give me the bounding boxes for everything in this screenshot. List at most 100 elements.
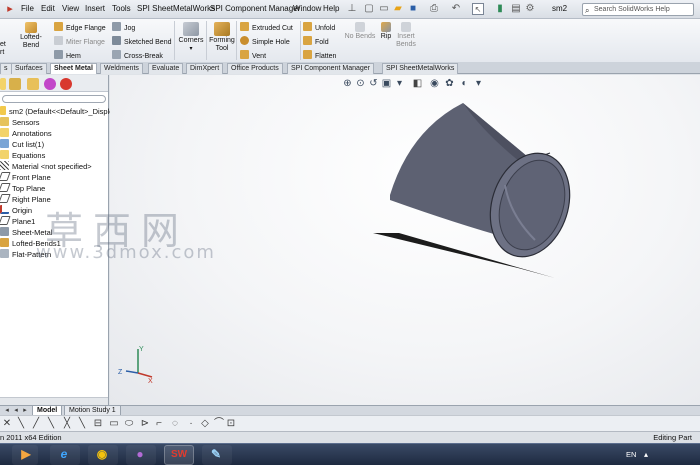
text-icon[interactable]: ⌒ bbox=[214, 419, 224, 429]
fillet-icon[interactable]: ◌ bbox=[170, 419, 180, 429]
line-icon[interactable]: ╲ bbox=[16, 419, 26, 429]
tree-item-plane1[interactable]: Plane1 bbox=[0, 216, 35, 227]
spline-icon[interactable]: ◇ bbox=[200, 419, 210, 429]
menu-help[interactable]: Help bbox=[323, 4, 339, 13]
menu-spi-sheetmetalworks[interactable]: SPI SheetMetalWorks bbox=[137, 4, 215, 13]
display-manager-tab-icon[interactable] bbox=[60, 78, 72, 90]
edge-flange-button[interactable]: Edge Flange bbox=[54, 22, 106, 33]
tree-item-material[interactable]: Material <not specified> bbox=[0, 161, 92, 172]
tree-root-part[interactable]: sm2 (Default<<Default>_Disple bbox=[0, 106, 113, 117]
cross-icon[interactable]: ✕ bbox=[2, 419, 12, 429]
tree-item-right-plane[interactable]: Right Plane bbox=[0, 194, 51, 205]
cursor-icon[interactable]: ⊳ bbox=[140, 419, 150, 429]
simple-hole-button[interactable]: Simple Hole bbox=[240, 36, 290, 47]
solidworks-logo-icon[interactable]: ▸ bbox=[4, 3, 16, 15]
tray-expand-icon[interactable]: ▴ bbox=[644, 450, 648, 459]
fold-button[interactable]: Fold bbox=[303, 36, 329, 47]
tree-item-cut-list[interactable]: Cut list(1) bbox=[0, 139, 44, 150]
flatten-button[interactable]: Flatten bbox=[303, 50, 336, 61]
point-icon[interactable]: · bbox=[186, 419, 196, 429]
tab-spi-component-manager[interactable]: SPI Component Manager bbox=[287, 63, 374, 74]
feature-tree-tab-icon[interactable] bbox=[0, 78, 6, 90]
menu-file[interactable]: File bbox=[21, 4, 34, 13]
save-icon[interactable]: ■ bbox=[407, 3, 419, 15]
extruded-cut-button[interactable]: Extruded Cut bbox=[240, 22, 293, 33]
help-search-input[interactable]: ⌕ Search SolidWorks Help bbox=[582, 3, 694, 16]
sketched-bend-button[interactable]: Sketched Bend bbox=[112, 36, 171, 47]
panel-horizontal-scrollbar[interactable] bbox=[0, 397, 108, 405]
menu-spi-component-manager[interactable]: SPI Component Manager bbox=[210, 4, 300, 13]
tree-item-origin[interactable]: Origin bbox=[0, 205, 32, 216]
select-icon[interactable]: ↖ bbox=[472, 3, 484, 15]
chrome-taskbar-button[interactable]: ◉ bbox=[88, 445, 118, 465]
menu-edit[interactable]: Edit bbox=[41, 4, 55, 13]
options-icon[interactable]: ⚙ bbox=[524, 3, 536, 15]
dimxpert-manager-tab-icon[interactable] bbox=[44, 78, 56, 90]
language-indicator[interactable]: EN bbox=[626, 450, 636, 459]
jog-button[interactable]: Jog bbox=[112, 22, 135, 33]
no-bends-button[interactable]: No Bends bbox=[344, 22, 376, 41]
menu-tools[interactable]: Tools bbox=[112, 4, 131, 13]
property-manager-tab-icon[interactable] bbox=[9, 78, 21, 90]
tab-dimxpert[interactable]: DimXpert bbox=[186, 63, 224, 74]
lofted-bend-button[interactable]: Lofted-Bend bbox=[12, 22, 50, 50]
media-player-taskbar-button[interactable]: ▶ bbox=[12, 445, 38, 465]
tree-item-annotations[interactable]: Annotations bbox=[0, 128, 52, 139]
corners-button[interactable]: Corners ▾ bbox=[177, 22, 205, 53]
tree-item-sensors[interactable]: Sensors bbox=[0, 117, 40, 128]
centerline-icon[interactable]: ╱ bbox=[31, 419, 41, 429]
tree-item-lofted-bends[interactable]: Lofted-Bends1 bbox=[0, 238, 61, 249]
solidworks-taskbar-button[interactable]: SW bbox=[164, 445, 194, 465]
tab-surfaces[interactable]: Surfaces bbox=[11, 63, 47, 74]
rectangle-icon[interactable]: ▭ bbox=[109, 419, 119, 429]
dimension-icon[interactable]: ⊡ bbox=[226, 419, 236, 429]
rebuild-icon[interactable]: ▮ bbox=[494, 3, 506, 15]
undo-icon[interactable]: ↶ bbox=[450, 3, 462, 15]
tab-features[interactable]: s bbox=[0, 63, 12, 74]
pin-icon[interactable]: ⊥ bbox=[346, 3, 358, 15]
sketch-toolbar: ✕ ╲ ╱ ╲ ╳ ╲ ⊟ ▭ ⬭ ⊳ ⌐ ◌ · ◇ ⌒ ⊡ bbox=[0, 415, 700, 431]
diagonal-icon[interactable]: ╲ bbox=[77, 419, 87, 429]
tree-item-sheet-metal[interactable]: Sheet-Metal bbox=[0, 227, 52, 238]
internet-explorer-taskbar-button[interactable]: e bbox=[50, 445, 80, 465]
cross-break-button[interactable]: Cross-Break bbox=[112, 50, 163, 61]
ribbon-cut-label-2[interactable]: rt bbox=[0, 48, 4, 57]
tree-item-flat-pattern[interactable]: Flat-Pattern bbox=[0, 249, 51, 260]
media-app-taskbar-button[interactable]: ● bbox=[126, 445, 156, 465]
configuration-manager-tab-icon[interactable] bbox=[27, 78, 39, 90]
new-document-icon[interactable]: ▢ bbox=[363, 3, 375, 15]
vent-button[interactable]: Vent bbox=[240, 50, 266, 61]
paint-taskbar-button[interactable]: ✎ bbox=[202, 445, 232, 465]
rip-button[interactable]: Rip bbox=[378, 22, 394, 41]
tab-sheet-metal[interactable]: Sheet Metal bbox=[50, 63, 97, 74]
menu-window[interactable]: Window bbox=[293, 4, 321, 13]
open-icon[interactable]: ▭ bbox=[378, 3, 390, 15]
menu-insert[interactable]: Insert bbox=[85, 4, 105, 13]
tree-item-front-plane[interactable]: Front Plane bbox=[0, 172, 51, 183]
graphics-area[interactable]: ⊕ ⊙ ↺ ▣ ▾ ◧ ◉ ✿ ◐ ▾ Y X Z bbox=[110, 75, 700, 405]
hem-button[interactable]: Hem bbox=[54, 50, 81, 61]
feature-manager-tabs bbox=[0, 75, 108, 92]
forming-tool-button[interactable]: Forming Tool bbox=[208, 22, 236, 53]
menu-view[interactable]: View bbox=[62, 4, 79, 13]
tab-evaluate[interactable]: Evaluate bbox=[148, 63, 184, 74]
open-folder-icon[interactable]: ▰ bbox=[392, 3, 404, 15]
print-icon[interactable]: ⎙ bbox=[428, 3, 440, 15]
tree-item-top-plane[interactable]: Top Plane bbox=[0, 183, 45, 194]
tab-office-products[interactable]: Office Products bbox=[227, 63, 283, 74]
miter-flange-button[interactable]: Miter Flange bbox=[54, 36, 105, 47]
unfold-button[interactable]: Unfold bbox=[303, 22, 335, 33]
ellipse-icon[interactable]: ⬭ bbox=[124, 419, 134, 429]
reference-geometry-icon[interactable]: ⊟ bbox=[93, 419, 103, 429]
tree-item-equations[interactable]: Equations bbox=[0, 150, 45, 161]
coincident-icon[interactable]: ╳ bbox=[62, 419, 72, 429]
tab-spi-sheetmetalworks[interactable]: SPI SheetMetalWorks bbox=[382, 63, 459, 74]
midline-icon[interactable]: ╲ bbox=[46, 419, 56, 429]
insert-bends-button[interactable]: Insert Bends bbox=[396, 22, 416, 49]
corners-label: Corners bbox=[178, 37, 204, 44]
file-properties-icon[interactable]: ▤ bbox=[510, 3, 522, 15]
trim-icon[interactable]: ⌐ bbox=[154, 419, 164, 429]
part-model[interactable] bbox=[110, 75, 700, 405]
tab-weldments[interactable]: Weldments bbox=[100, 63, 143, 74]
tree-filter-input[interactable] bbox=[2, 95, 106, 103]
